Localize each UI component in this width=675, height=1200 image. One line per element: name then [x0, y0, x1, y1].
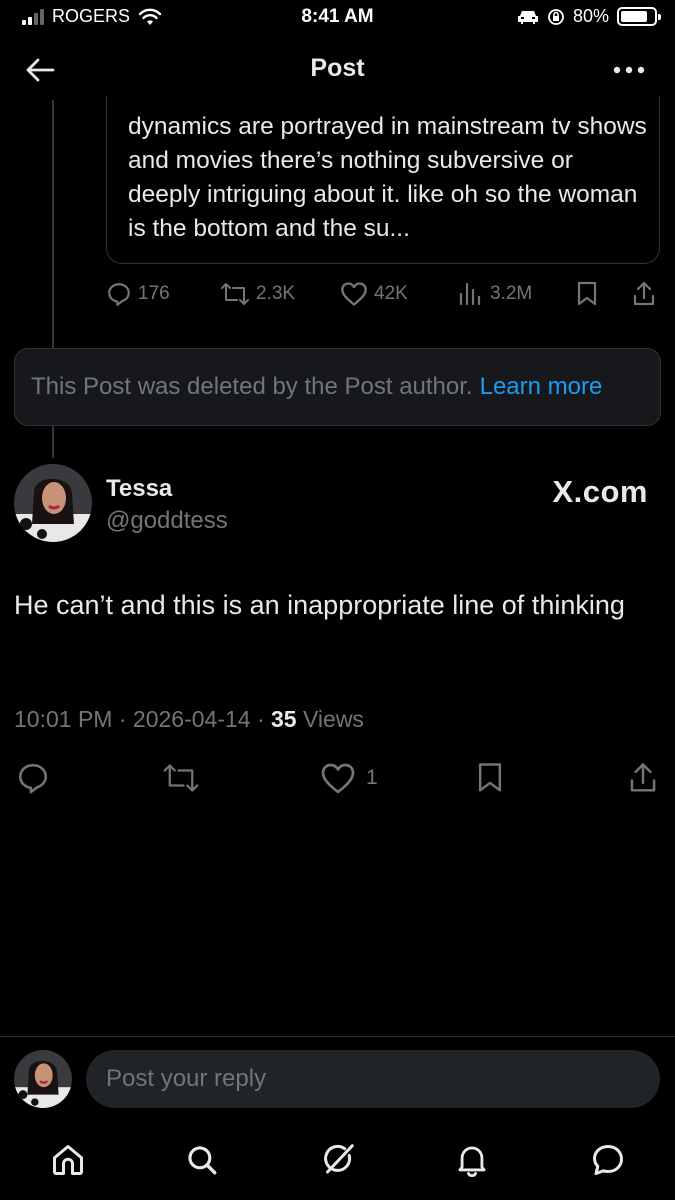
quoted-views-count: 3.2M	[490, 283, 533, 304]
views-label[interactable]: Views	[303, 706, 364, 732]
quoted-repost-count: 2.3K	[256, 283, 296, 304]
tab-grok[interactable]	[316, 1138, 360, 1182]
xcom-watermark: X.com	[552, 474, 648, 509]
quoted-reply-count: 176	[138, 283, 170, 304]
post-text: He can’t and this is an inappropriate li…	[14, 590, 625, 620]
page-title: Post	[310, 54, 365, 82]
home-icon	[53, 1145, 83, 1175]
more-dots-icon	[613, 66, 645, 74]
author-handle[interactable]: @goddtess	[106, 507, 228, 535]
quoted-post-actions: 176 2.3K 42K 3.2M	[0, 278, 675, 310]
share-icon	[633, 281, 655, 306]
message-icon	[593, 1145, 623, 1175]
tab-home[interactable]	[46, 1138, 90, 1182]
bell-icon	[458, 1146, 486, 1178]
avatar[interactable]	[14, 464, 92, 542]
status-bar: ROGERS 8:41 AM 80%	[0, 0, 675, 36]
quoted-reply-button[interactable]: 176	[106, 278, 170, 310]
repost-button[interactable]	[162, 758, 200, 798]
thread-line-top	[52, 100, 54, 350]
orientation-lock-icon	[548, 8, 564, 25]
views-icon	[459, 282, 481, 306]
reply-button[interactable]	[16, 758, 50, 798]
reply-avatar	[14, 1050, 72, 1108]
author-name[interactable]: Tessa	[106, 475, 172, 503]
quoted-views-button[interactable]: 3.2M	[458, 278, 532, 310]
reply-divider	[0, 1036, 675, 1037]
bookmark-button[interactable]	[476, 758, 504, 798]
heart-icon	[341, 282, 367, 306]
battery-percent: 80%	[572, 6, 609, 26]
tab-bar	[0, 1130, 675, 1190]
repost-icon	[221, 283, 249, 305]
quoted-like-button[interactable]: 42K	[340, 278, 408, 310]
avatar-image	[14, 464, 92, 542]
grok-icon	[324, 1144, 354, 1174]
reply-input[interactable]	[86, 1050, 660, 1108]
share-button[interactable]	[628, 758, 658, 798]
comment-icon	[108, 283, 130, 306]
meta-separator: ·	[118, 706, 127, 732]
tab-notifications[interactable]	[450, 1138, 494, 1182]
bookmark-icon	[577, 281, 597, 306]
meta-separator-2: ·	[256, 706, 265, 732]
quoted-share-button[interactable]	[632, 278, 656, 310]
quoted-like-count: 42K	[374, 283, 408, 304]
tab-search[interactable]	[180, 1138, 224, 1182]
battery-icon	[617, 7, 661, 26]
post-actions: 1	[0, 758, 675, 798]
car-icon	[517, 10, 538, 24]
heart-icon	[321, 763, 355, 793]
repost-icon	[163, 764, 199, 792]
avatar-image	[14, 1050, 72, 1108]
comment-icon	[18, 763, 48, 794]
learn-more-link[interactable]: Learn more	[480, 373, 603, 401]
status-right: 80%	[517, 6, 661, 27]
header: Post	[0, 40, 675, 100]
post-time: 10:01 PM	[14, 706, 113, 732]
thread-line-bottom	[52, 426, 54, 458]
search-icon	[188, 1146, 217, 1175]
views-count[interactable]: 35	[271, 706, 297, 732]
post-meta: 10:01 PM · 2026-04-14 · 35 Views	[14, 706, 364, 733]
share-icon	[630, 763, 656, 792]
quoted-post-text: dynamics are portrayed in mainstream tv …	[128, 113, 647, 242]
like-button[interactable]: 1	[320, 758, 378, 798]
tab-messages[interactable]	[586, 1138, 630, 1182]
post-date: 2026-04-14	[132, 706, 251, 732]
quoted-post-card[interactable]: dynamics are portrayed in mainstream tv …	[106, 96, 660, 264]
bookmark-icon	[478, 763, 502, 792]
more-button[interactable]	[609, 52, 649, 88]
quoted-bookmark-button[interactable]	[576, 278, 598, 310]
deleted-post-notice: This Post was deleted by the Post author…	[14, 348, 661, 426]
like-count: 1	[366, 766, 378, 789]
quoted-repost-button[interactable]: 2.3K	[220, 278, 295, 310]
deleted-notice-text: This Post was deleted by the Post author…	[31, 373, 473, 400]
